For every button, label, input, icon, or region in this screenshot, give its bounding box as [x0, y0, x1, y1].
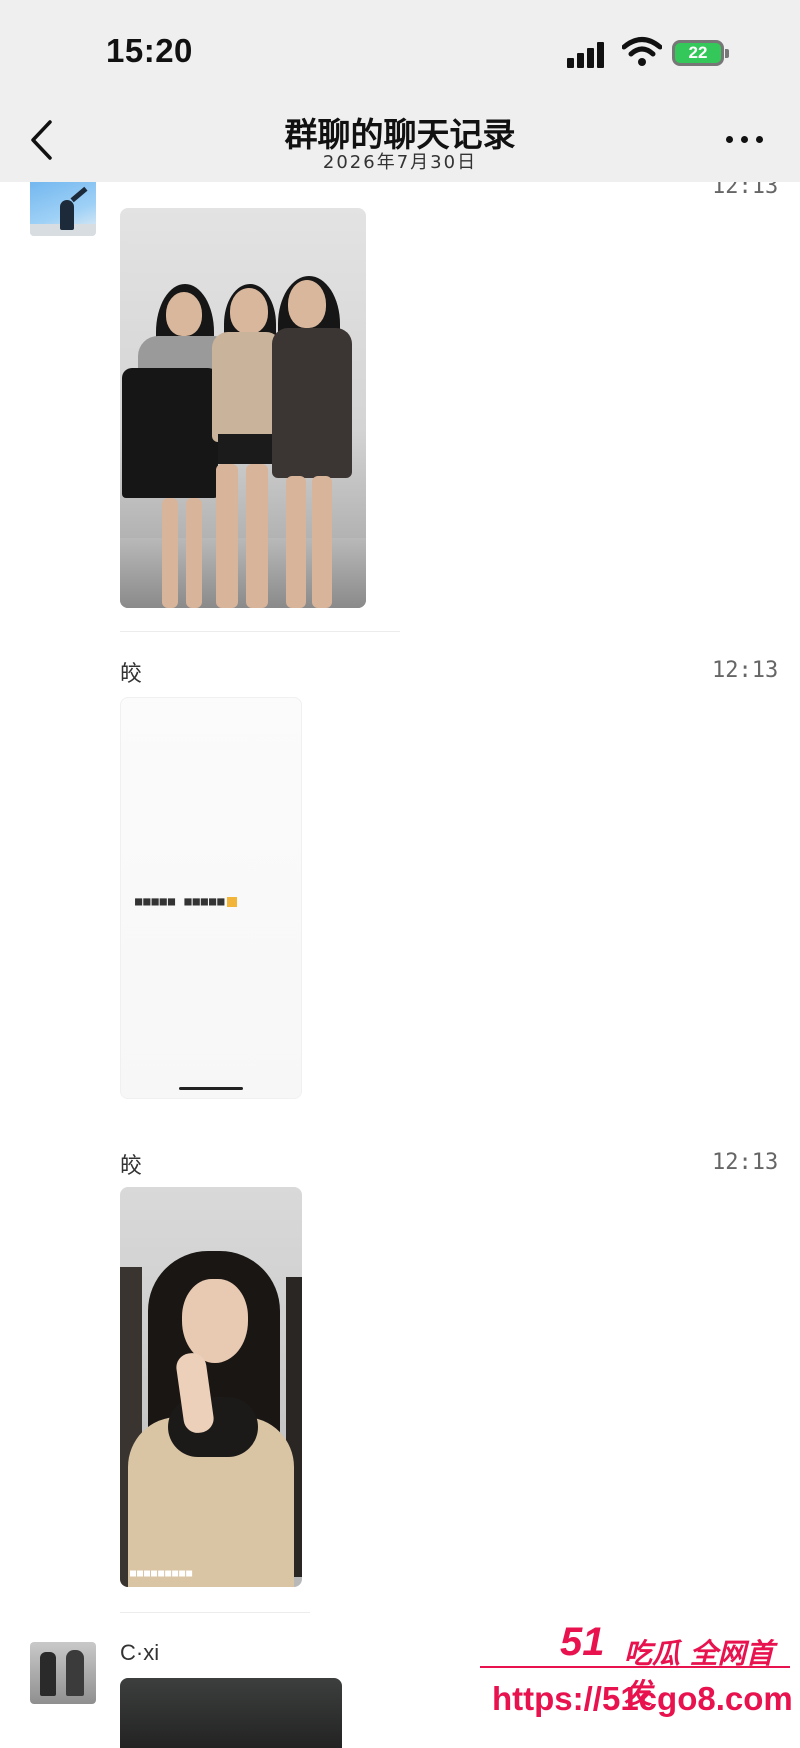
message-photo[interactable]: [120, 208, 366, 608]
navigation-header: 15:20 22 群聊的聊天记录 2026年7月30日: [0, 0, 800, 182]
avatar[interactable]: [30, 178, 96, 236]
more-icon[interactable]: [726, 136, 766, 146]
wifi-icon: [622, 37, 662, 66]
sender-name: 皎: [120, 662, 143, 687]
message-photo[interactable]: [120, 1678, 342, 1748]
status-time: 15:20: [106, 32, 193, 69]
message-photo[interactable]: ■■■■■ ■■■■■: [120, 697, 302, 1099]
page-subtitle: 2026年7月30日: [322, 152, 478, 173]
photo-caption: ■■■■■ ■■■■■: [135, 894, 238, 908]
sender-name: 皎: [120, 1154, 143, 1179]
sender-name: C·xi: [120, 1640, 160, 1665]
watermark-line: [480, 1666, 790, 1668]
home-indicator: [179, 1087, 243, 1090]
message-divider: [120, 631, 400, 632]
watermark-logo: 51: [560, 1620, 605, 1664]
message-divider: [120, 1612, 310, 1613]
battery-icon: 22: [672, 40, 729, 66]
message-time: 12:13: [712, 1150, 779, 1175]
message-time: 12:13: [712, 658, 779, 683]
message-photo[interactable]: ■■■■■■■■■: [120, 1187, 302, 1587]
signal-icon: [567, 40, 609, 68]
photo-caption: ■■■■■■■■■: [130, 1568, 194, 1579]
avatar[interactable]: [30, 1642, 96, 1704]
watermark-url: https://51cgo8.com: [492, 1680, 793, 1717]
